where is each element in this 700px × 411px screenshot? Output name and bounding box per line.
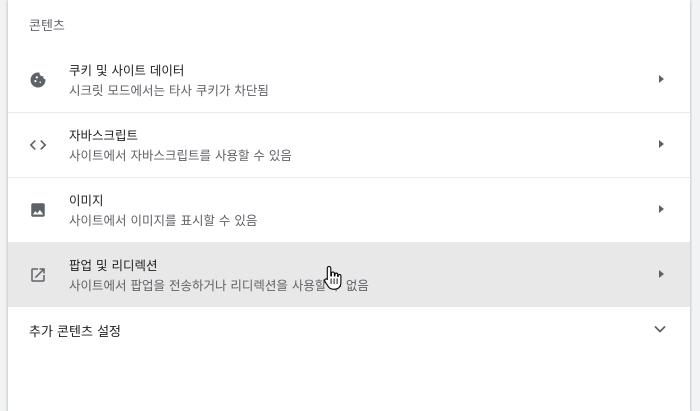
open-in-new-icon xyxy=(28,265,48,285)
javascript-row[interactable]: 자바스크립트 사이트에서 자바스크립트를 사용할 수 있음 xyxy=(8,112,690,176)
code-icon xyxy=(28,135,48,155)
image-icon xyxy=(28,200,48,220)
popups-row-text: 팝업 및 리디렉션 사이트에서 팝업을 전송하거나 리디렉션을 사용할 수 없음 xyxy=(69,258,369,294)
arrow-right-icon xyxy=(659,270,664,278)
cookie-icon xyxy=(28,70,48,90)
images-row[interactable]: 이미지 사이트에서 이미지를 표시할 수 있음 xyxy=(8,177,690,241)
arrow-right-icon xyxy=(659,205,664,213)
row-subtitle: 시크릿 모드에서는 타사 쿠키가 차단됨 xyxy=(69,83,269,98)
more-content-settings-label: 추가 콘텐츠 설정 xyxy=(29,325,121,340)
cookies-row-text: 쿠키 및 사이트 데이터 시크릿 모드에서는 타사 쿠키가 차단됨 xyxy=(69,63,269,99)
content-settings-card: 콘텐츠 쿠키 및 사이트 데이터 시크릿 모드에서는 타사 쿠키가 차단됨 자바… xyxy=(8,0,690,411)
arrow-right-icon xyxy=(659,75,664,83)
popups-row[interactable]: 팝업 및 리디렉션 사이트에서 팝업을 전송하거나 리디렉션을 사용할 수 없음 xyxy=(8,242,690,307)
arrow-right-icon xyxy=(659,140,664,148)
images-row-text: 이미지 사이트에서 이미지를 표시할 수 있음 xyxy=(69,193,257,229)
scrollbar-track[interactable] xyxy=(692,0,700,411)
section-title: 콘텐츠 xyxy=(29,19,65,34)
row-title: 쿠키 및 사이트 데이터 xyxy=(69,63,185,78)
chevron-down-icon xyxy=(654,326,666,333)
cookies-row[interactable]: 쿠키 및 사이트 데이터 시크릿 모드에서는 타사 쿠키가 차단됨 xyxy=(8,48,690,112)
row-subtitle: 사이트에서 자바스크립트를 사용할 수 있음 xyxy=(69,148,292,163)
row-subtitle: 사이트에서 팝업을 전송하거나 리디렉션을 사용할 수 없음 xyxy=(69,278,369,293)
settings-page: 콘텐츠 쿠키 및 사이트 데이터 시크릿 모드에서는 타사 쿠키가 차단됨 자바… xyxy=(0,0,700,411)
row-title: 자바스크립트 xyxy=(69,128,139,143)
more-content-settings[interactable]: 추가 콘텐츠 설정 xyxy=(8,307,690,355)
row-title: 팝업 및 리디렉션 xyxy=(69,258,158,273)
row-subtitle: 사이트에서 이미지를 표시할 수 있음 xyxy=(69,213,258,228)
row-title: 이미지 xyxy=(69,193,104,208)
javascript-row-text: 자바스크립트 사이트에서 자바스크립트를 사용할 수 있음 xyxy=(69,128,292,164)
